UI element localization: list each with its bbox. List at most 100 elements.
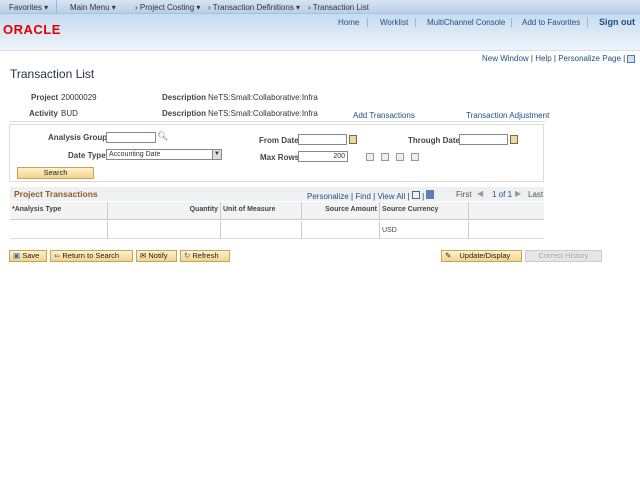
save-label: Save [22, 251, 40, 260]
last-label[interactable]: Last [528, 190, 543, 199]
first-label[interactable]: First [456, 190, 472, 199]
column-quantity[interactable]: Quantity [108, 202, 221, 220]
search-button[interactable]: Search [17, 167, 94, 179]
new-window-link[interactable]: New Window [482, 54, 529, 63]
save-button[interactable]: ▣ Save [9, 250, 47, 262]
next-icon[interactable]: ▶ [515, 189, 521, 198]
divider [0, 50, 640, 51]
refresh-label: Refresh [192, 251, 219, 260]
add-transactions-link[interactable]: Add Transactions [353, 111, 415, 120]
main-menu-label: Main Menu [70, 3, 110, 12]
from-date-input[interactable] [298, 134, 347, 145]
return-icon: ⇐ [54, 251, 61, 260]
project-value: 20000029 [61, 93, 97, 102]
breadcrumb-transaction-list[interactable]: › Transaction List [308, 3, 369, 12]
breadcrumb-label: Transaction Definitions [212, 3, 294, 12]
cell-quantity [108, 221, 221, 239]
transaction-adjustment-link[interactable]: Transaction Adjustment [466, 111, 549, 120]
personalize-page-link[interactable]: Personalize Page [558, 54, 621, 63]
view-all-link[interactable]: View All [377, 192, 405, 201]
date-type-value: Accounting Date [109, 151, 161, 158]
page-title: Transaction List [10, 67, 95, 81]
move-top-icon[interactable] [366, 153, 374, 161]
max-rows-input[interactable]: 200 [298, 151, 348, 162]
personalize-link[interactable]: Personalize [307, 192, 349, 201]
refresh-icon: ↻ [184, 251, 191, 260]
grid-column-headers: *Analysis Type Quantity Unit of Measure … [10, 202, 544, 220]
pencil-icon: ✎ [445, 251, 452, 260]
page-info: 1 of 1 [492, 190, 513, 199]
column-source-amount[interactable]: Source Amount [302, 202, 380, 220]
analysis-group-label: Analysis Group [48, 133, 108, 142]
notify-icon: ✉ [140, 251, 147, 260]
calendar-icon[interactable] [510, 135, 518, 144]
project-label: Project [31, 93, 59, 102]
move-bottom-icon[interactable] [411, 153, 419, 161]
breadcrumb-label: Transaction List [312, 3, 369, 12]
breadcrumb-label: Project Costing [139, 3, 195, 12]
add-to-favorites-link[interactable]: Add to Favorites [522, 18, 580, 27]
return-to-search-button[interactable]: ⇐ Return to Search [50, 250, 133, 262]
download-icon[interactable] [426, 190, 435, 199]
cell-source-currency: USD [380, 221, 469, 239]
divider [415, 18, 416, 27]
breadcrumb-transaction-definitions[interactable]: › Transaction Definitions ▾ [208, 3, 300, 12]
calendar-icon[interactable] [349, 135, 357, 144]
move-up-icon[interactable] [381, 153, 389, 161]
project-description-value: NeTS:Small:Collaborative:Infra [208, 93, 318, 102]
return-label: Return to Search [62, 251, 120, 260]
zoom-grid-icon[interactable] [411, 191, 420, 199]
update-display-label: Update/Display [459, 251, 511, 260]
activity-description-label: Description [162, 109, 207, 118]
notify-button[interactable]: ✉ Notify [136, 250, 177, 262]
update-display-button[interactable]: ✎ Update/Display [441, 250, 522, 262]
move-down-icon[interactable] [396, 153, 404, 161]
through-date-input[interactable] [459, 134, 508, 145]
from-date-label: From Date [259, 136, 299, 145]
breadcrumb-project-costing[interactable]: › Project Costing ▾ [135, 3, 200, 12]
date-type-select[interactable]: Accounting Date ▼ [106, 149, 222, 160]
table-row: USD [10, 221, 544, 239]
analysis-group-input[interactable] [106, 132, 156, 143]
sign-out-link[interactable]: Sign out [599, 17, 635, 27]
oracle-logo: ORACLE [3, 22, 61, 37]
project-description-label: Description [162, 93, 207, 102]
favorites-label: Favorites [9, 3, 42, 12]
activity-description-value: NeTS:Small:Collaborative:Infra [208, 109, 318, 118]
favorites-menu[interactable]: Favorites ▾ [9, 3, 48, 12]
date-type-label: Date Type [68, 151, 106, 160]
worklist-link[interactable]: Worklist [380, 18, 408, 27]
previous-icon[interactable]: ◀ [477, 189, 483, 198]
max-rows-label: Max Rows [260, 153, 300, 162]
divider [587, 18, 588, 27]
through-date-label: Through Date [408, 136, 460, 145]
page-options-icon[interactable] [627, 54, 636, 63]
divider [56, 0, 57, 14]
refresh-button[interactable]: ↻ Refresh [180, 250, 230, 262]
cell-analysis-type [10, 221, 108, 239]
find-link[interactable]: Find [355, 192, 371, 201]
banner: Home Worklist MultiChannel Console Add t… [0, 14, 640, 50]
help-link[interactable]: Help [535, 54, 551, 63]
lookup-icon[interactable]: 🔍︎ [157, 131, 168, 142]
save-icon: ▣ [13, 251, 21, 260]
notify-label: Notify [148, 251, 168, 260]
column-unit-of-measure[interactable]: Unit of Measure [221, 202, 302, 220]
grid-header-bar: Project Transactions Personalize | Find … [10, 187, 544, 201]
grid-title: Project Transactions [14, 189, 98, 199]
column-source-currency[interactable]: Source Currency [380, 202, 469, 220]
multichannel-console-link[interactable]: MultiChannel Console [427, 18, 505, 27]
activity-value: BUD [61, 109, 78, 118]
home-link[interactable]: Home [338, 18, 359, 27]
divider [511, 18, 512, 27]
chevron-down-icon: ▼ [212, 150, 221, 159]
main-menu[interactable]: Main Menu ▾ [70, 3, 116, 12]
activity-label: Activity [29, 109, 58, 118]
correct-history-button[interactable]: Correct History [525, 250, 602, 262]
divider [367, 18, 368, 27]
cell-unit-of-measure [221, 221, 302, 239]
cell-source-amount [302, 221, 380, 239]
column-analysis-type[interactable]: *Analysis Type [10, 202, 108, 220]
divider [10, 121, 545, 122]
top-navigation: Favorites ▾ Main Menu ▾ › Project Costin… [0, 0, 640, 14]
